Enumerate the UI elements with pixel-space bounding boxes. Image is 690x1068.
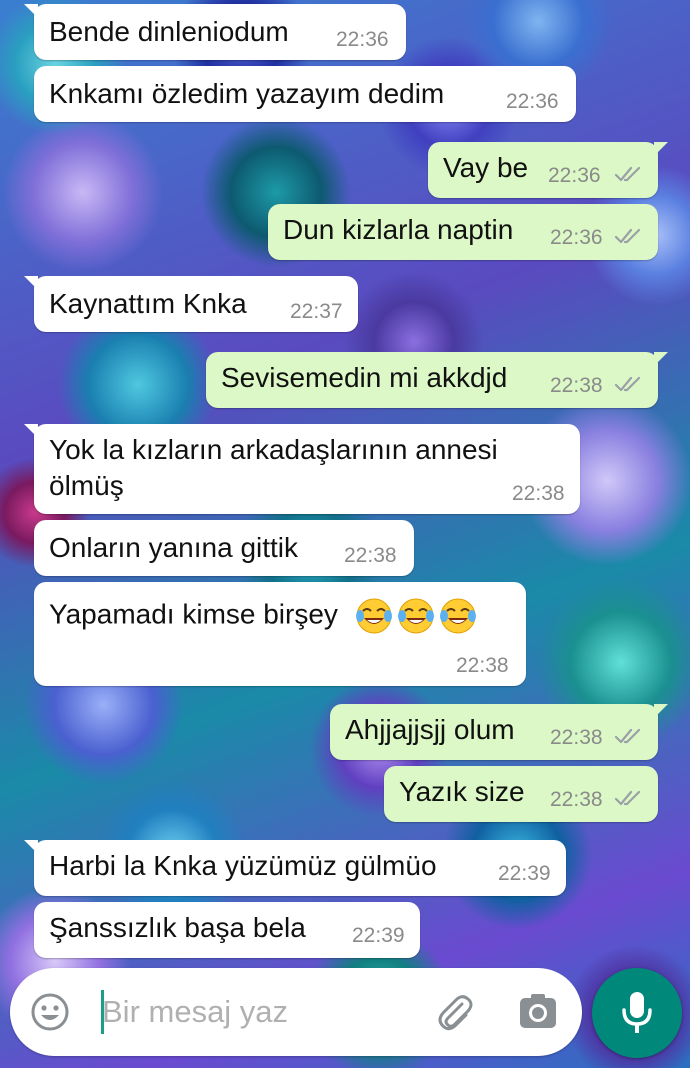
outgoing-message[interactable]: Dun kizlarla naptin 22:36 — [268, 204, 658, 260]
bubble-tail — [654, 704, 668, 718]
message-text: Bende dinleniodum — [49, 16, 289, 47]
outgoing-message[interactable]: Ahjjajjsjj olum 22:38 — [330, 704, 668, 760]
message-text-body: Yapamadı kimse birşey — [49, 598, 338, 630]
bubble-tail — [654, 142, 668, 156]
message-text: Onların yanına gittik — [49, 532, 299, 563]
message-time: 22:39 — [498, 862, 551, 885]
incoming-message[interactable]: Onların yanına gittik 22:38 — [34, 520, 414, 576]
read-ticks-icon — [614, 728, 641, 744]
attachment-icon[interactable] — [432, 990, 476, 1034]
read-ticks-icon — [614, 228, 641, 244]
bubble-tail — [24, 840, 38, 854]
incoming-message[interactable]: Harbi la Knka yüzümüz gülmüo 22:39 — [24, 840, 566, 896]
message-time: 22:37 — [290, 300, 343, 323]
message-input[interactable]: Bir mesaj yaz — [102, 994, 288, 1030]
outgoing-message[interactable]: Vay be 22:36 — [428, 142, 668, 198]
bubble-tail — [24, 276, 38, 290]
voice-message-button[interactable] — [592, 968, 682, 1058]
read-ticks-icon — [614, 790, 641, 806]
message-time: 22:38 — [550, 374, 603, 397]
incoming-message[interactable]: Yok la kızların arkadaşlarının annesi öl… — [24, 424, 580, 514]
message-text: Ahjjajjsjj olum — [345, 714, 515, 745]
message-text: Şanssızlık başa bela — [49, 912, 306, 943]
face-with-tears-of-joy-icon — [397, 598, 434, 634]
microphone-icon — [622, 992, 652, 1033]
message-text: Harbi la Knka yüzümüz gülmüo — [49, 850, 437, 881]
message-time: 22:38 — [512, 482, 565, 505]
message-composer[interactable]: Bir mesaj yaz — [10, 968, 582, 1056]
message-text: Kaynattım Knka — [49, 288, 247, 319]
message-time: 22:38 — [550, 726, 603, 749]
read-ticks-icon — [614, 376, 641, 392]
message-time: 22:38 — [456, 654, 509, 677]
bubble-tail — [24, 4, 38, 18]
message-text-line2: ölmüş — [49, 470, 124, 501]
emoji-icon[interactable] — [30, 992, 70, 1032]
message-time: 22:36 — [550, 226, 603, 249]
message-text: Sevisemedin mi akkdjd — [221, 362, 508, 393]
face-with-tears-of-joy-icon — [355, 598, 392, 634]
message-time: 22:36 — [506, 90, 559, 113]
message-time: 22:36 — [548, 164, 601, 187]
message-text: Yazık size — [399, 776, 525, 807]
message-time: 22:39 — [352, 924, 405, 947]
incoming-message[interactable]: Knkamı özledim yazayım dedim 22:36 — [34, 66, 576, 122]
camera-icon[interactable] — [518, 992, 558, 1032]
message-text: Dun kizlarla naptin — [283, 214, 514, 245]
bubble-tail — [654, 352, 668, 366]
outgoing-message[interactable]: Yazık size 22:38 — [384, 766, 658, 822]
outgoing-message[interactable]: Sevisemedin mi akkdjd 22:38 — [206, 352, 668, 408]
message-time: 22:38 — [550, 788, 603, 811]
message-text: Vay be — [443, 152, 529, 183]
emoji-group — [352, 598, 478, 634]
read-ticks-icon — [614, 166, 641, 182]
incoming-message[interactable]: Yapamadı kimse birşey 22:38 — [34, 582, 526, 686]
incoming-message[interactable]: Şanssızlık başa bela 22:39 — [34, 902, 420, 958]
message-text-line1: Yok la kızların arkadaşlarının annesi — [49, 434, 498, 465]
message-time: 22:38 — [344, 544, 397, 567]
message-time: 22:36 — [336, 28, 389, 51]
message-text: Yapamadı kimse birşey — [49, 596, 478, 636]
incoming-message[interactable]: Kaynattım Knka 22:37 — [24, 276, 358, 332]
bubble-tail — [24, 424, 38, 438]
message-text: Knkamı özledim yazayım dedim — [49, 78, 445, 109]
incoming-message[interactable]: Bende dinleniodum 22:36 — [24, 4, 406, 60]
face-with-tears-of-joy-icon — [439, 598, 476, 634]
